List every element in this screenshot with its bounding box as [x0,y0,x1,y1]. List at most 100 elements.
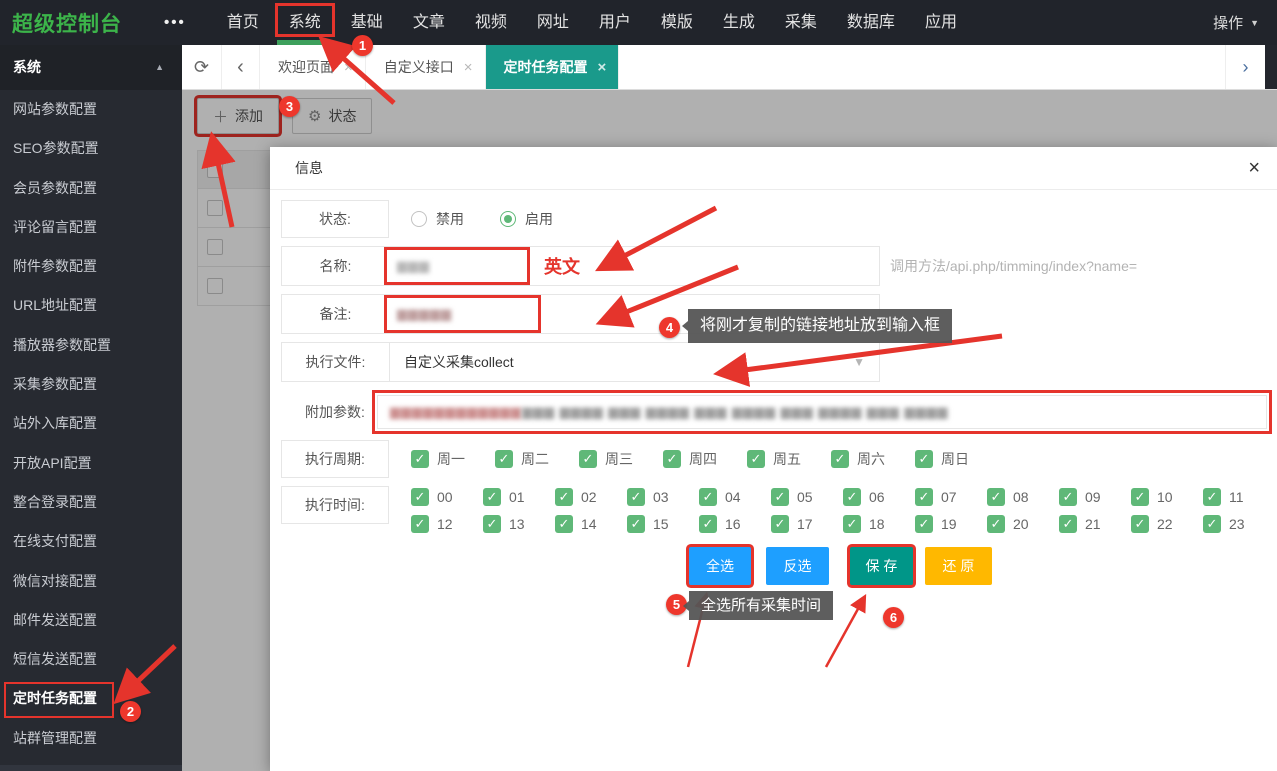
hour-checkbox[interactable]: ✓ 22 [1131,515,1203,533]
invert-selection-button[interactable]: 反选 [766,547,829,585]
checkbox-checked-icon: ✓ [843,515,861,533]
file-select[interactable]: 执行文件: 自定义采集collect ▼ [281,342,880,382]
tab-bar: ⟳ ‹ 欢迎页面 × 自定义接口 × 定时任务配置 × › [182,45,1277,90]
sidebar-item[interactable]: 采集参数配置 [0,365,182,404]
sidebar-item[interactable]: 会员参数配置 [0,169,182,208]
select-caret-icon: ▼ [853,355,865,369]
hour-checkbox[interactable]: ✓ 15 [627,515,699,533]
nav-item[interactable]: 视频 [460,0,522,45]
nav-item[interactable]: 采集 [770,0,832,45]
nav-item[interactable]: 首页 [212,0,274,45]
censored-value: ▆▆▆ ▆▆▆▆ ▆▆▆ ▆▆▆▆ ▆▆▆ ▆▆▆▆ ▆▆▆ ▆▆▆▆ ▆▆▆ … [522,404,948,420]
hour-checkbox[interactable]: ✓ 19 [915,515,987,533]
radio-disabled[interactable]: 禁用 [411,209,464,229]
nav-item[interactable]: 应用 [910,0,972,45]
censored-value: ▆▆▆▆▆▆▆▆▆▆▆▆ [390,404,522,420]
tab-close-icon[interactable]: × [344,59,353,76]
weekday-checkbox[interactable]: ✓ 周三 [579,449,663,469]
nav-item[interactable]: 数据库 [832,0,910,45]
sidebar-item[interactable]: 邮件发送配置 [0,601,182,640]
api-hint: 调用方法/api.php/timming/index?name= [890,256,1137,276]
hour-checkbox[interactable]: ✓ 17 [771,515,843,533]
tab[interactable]: 欢迎页面 × [260,45,366,89]
sidebar-item[interactable]: 网站参数配置 [0,90,182,129]
hour-checkbox[interactable]: ✓ 23 [1203,515,1275,533]
sidebar-item[interactable]: SEO参数配置 [0,129,182,168]
censored-value: ▆▆▆ [397,258,430,274]
hour-checkbox[interactable]: ✓ 01 [483,488,555,506]
sidebar-item[interactable]: 在线支付配置 [0,522,182,561]
nav-item[interactable]: 系统 [274,0,336,45]
checkbox-checked-icon: ✓ [831,450,849,468]
weekday-checkbox[interactable]: ✓ 周一 [411,449,495,469]
hour-checkbox[interactable]: ✓ 00 [411,488,483,506]
radio-enabled[interactable]: 启用 [500,209,553,229]
save-button[interactable]: 保 存 [850,547,913,585]
hour-checkbox[interactable]: ✓ 07 [915,488,987,506]
params-input[interactable]: ▆▆▆▆▆▆▆▆▆▆▆▆ ▆▆▆ ▆▆▆▆ ▆▆▆ ▆▆▆▆ ▆▆▆ ▆▆▆▆ … [377,395,1267,429]
task-config-dialog: 信息 × 状态: 禁用 启用 [270,147,1277,771]
sidebar-item[interactable]: 评论留言配置 [0,208,182,247]
tab[interactable]: 定时任务配置 × [486,45,620,89]
step-badge-3: 3 [279,96,300,117]
restore-button[interactable]: 还 原 [925,547,992,585]
hour-checkbox[interactable]: ✓ 04 [699,488,771,506]
hour-checkbox[interactable]: ✓ 14 [555,515,627,533]
sidebar-item[interactable]: 站外入库配置 [0,404,182,443]
weekday-checkbox[interactable]: ✓ 周四 [663,449,747,469]
hour-checkbox[interactable]: ✓ 18 [843,515,915,533]
action-dropdown[interactable]: 操作 ▼ [1213,12,1259,33]
hour-checkbox[interactable]: ✓ 16 [699,515,771,533]
scroll-left-icon[interactable]: ‹ [222,45,260,89]
tab[interactable]: 自定义接口 × [366,45,486,89]
hour-checkbox[interactable]: ✓ 13 [483,515,555,533]
nav-item[interactable]: 网址 [522,0,584,45]
sidebar-item[interactable]: URL地址配置 [0,286,182,325]
weekday-checkbox[interactable]: ✓ 周六 [831,449,915,469]
hour-checkbox[interactable]: ✓ 06 [843,488,915,506]
hour-checkbox[interactable]: ✓ 03 [627,488,699,506]
dialog-title: 信息 [295,160,323,176]
weekday-checkbox[interactable]: ✓ 周五 [747,449,831,469]
tabbar-right: › [1225,45,1277,89]
checkbox-checked-icon: ✓ [411,488,429,506]
weekday-checkbox[interactable]: ✓ 周日 [915,449,999,469]
weekday-checkbox[interactable]: ✓ 周二 [495,449,579,469]
hour-checkbox[interactable]: ✓ 10 [1131,488,1203,506]
hour-checkbox[interactable]: ✓ 12 [411,515,483,533]
nav-item[interactable]: 文章 [398,0,460,45]
hour-checkbox[interactable]: ✓ 02 [555,488,627,506]
more-menu-icon[interactable]: ••• [164,14,186,31]
nav-item[interactable]: 生成 [708,0,770,45]
nav-item[interactable]: 模版 [646,0,708,45]
sidebar-item[interactable]: 短信发送配置 [0,640,182,679]
sidebar-item[interactable]: 附件参数配置 [0,247,182,286]
sidebar-item[interactable]: 开放API配置 [0,444,182,483]
checkbox-checked-icon: ✓ [483,488,501,506]
hour-checkbox[interactable]: ✓ 21 [1059,515,1131,533]
hour-checkbox[interactable]: ✓ 08 [987,488,1059,506]
select-all-button[interactable]: 全选 [689,547,751,585]
checkbox-checked-icon: ✓ [627,515,645,533]
hour-checkbox[interactable]: ✓ 20 [987,515,1059,533]
tab-close-icon[interactable]: × [598,59,607,76]
hour-checkbox[interactable]: ✓ 09 [1059,488,1131,506]
step-badge-6: 6 [883,607,904,628]
sidebar-item[interactable]: 整合登录配置 [0,483,182,522]
scroll-right-icon[interactable]: › [1225,45,1265,89]
dialog-header: 信息 × [270,147,1277,190]
remark-input[interactable]: ▆▆▆▆▆ [384,295,541,333]
sidebar-item[interactable]: 播放器参数配置 [0,326,182,365]
hour-checkbox[interactable]: ✓ 11 [1203,488,1275,506]
sidebar-header[interactable]: 系统 ▲ [0,45,182,90]
refresh-icon[interactable]: ⟳ [182,45,222,89]
checkbox-checked-icon: ✓ [915,515,933,533]
hour-checkbox[interactable]: ✓ 05 [771,488,843,506]
close-icon[interactable]: × [1248,147,1260,190]
sidebar-item[interactable]: 定时任务配置 [0,679,182,718]
nav-item[interactable]: 用户 [584,0,646,45]
sidebar-item[interactable]: 微信对接配置 [0,562,182,601]
sidebar-item[interactable]: 站群管理配置 [0,719,182,758]
name-input[interactable]: ▆▆▆ [384,247,530,285]
tab-close-icon[interactable]: × [464,59,473,76]
